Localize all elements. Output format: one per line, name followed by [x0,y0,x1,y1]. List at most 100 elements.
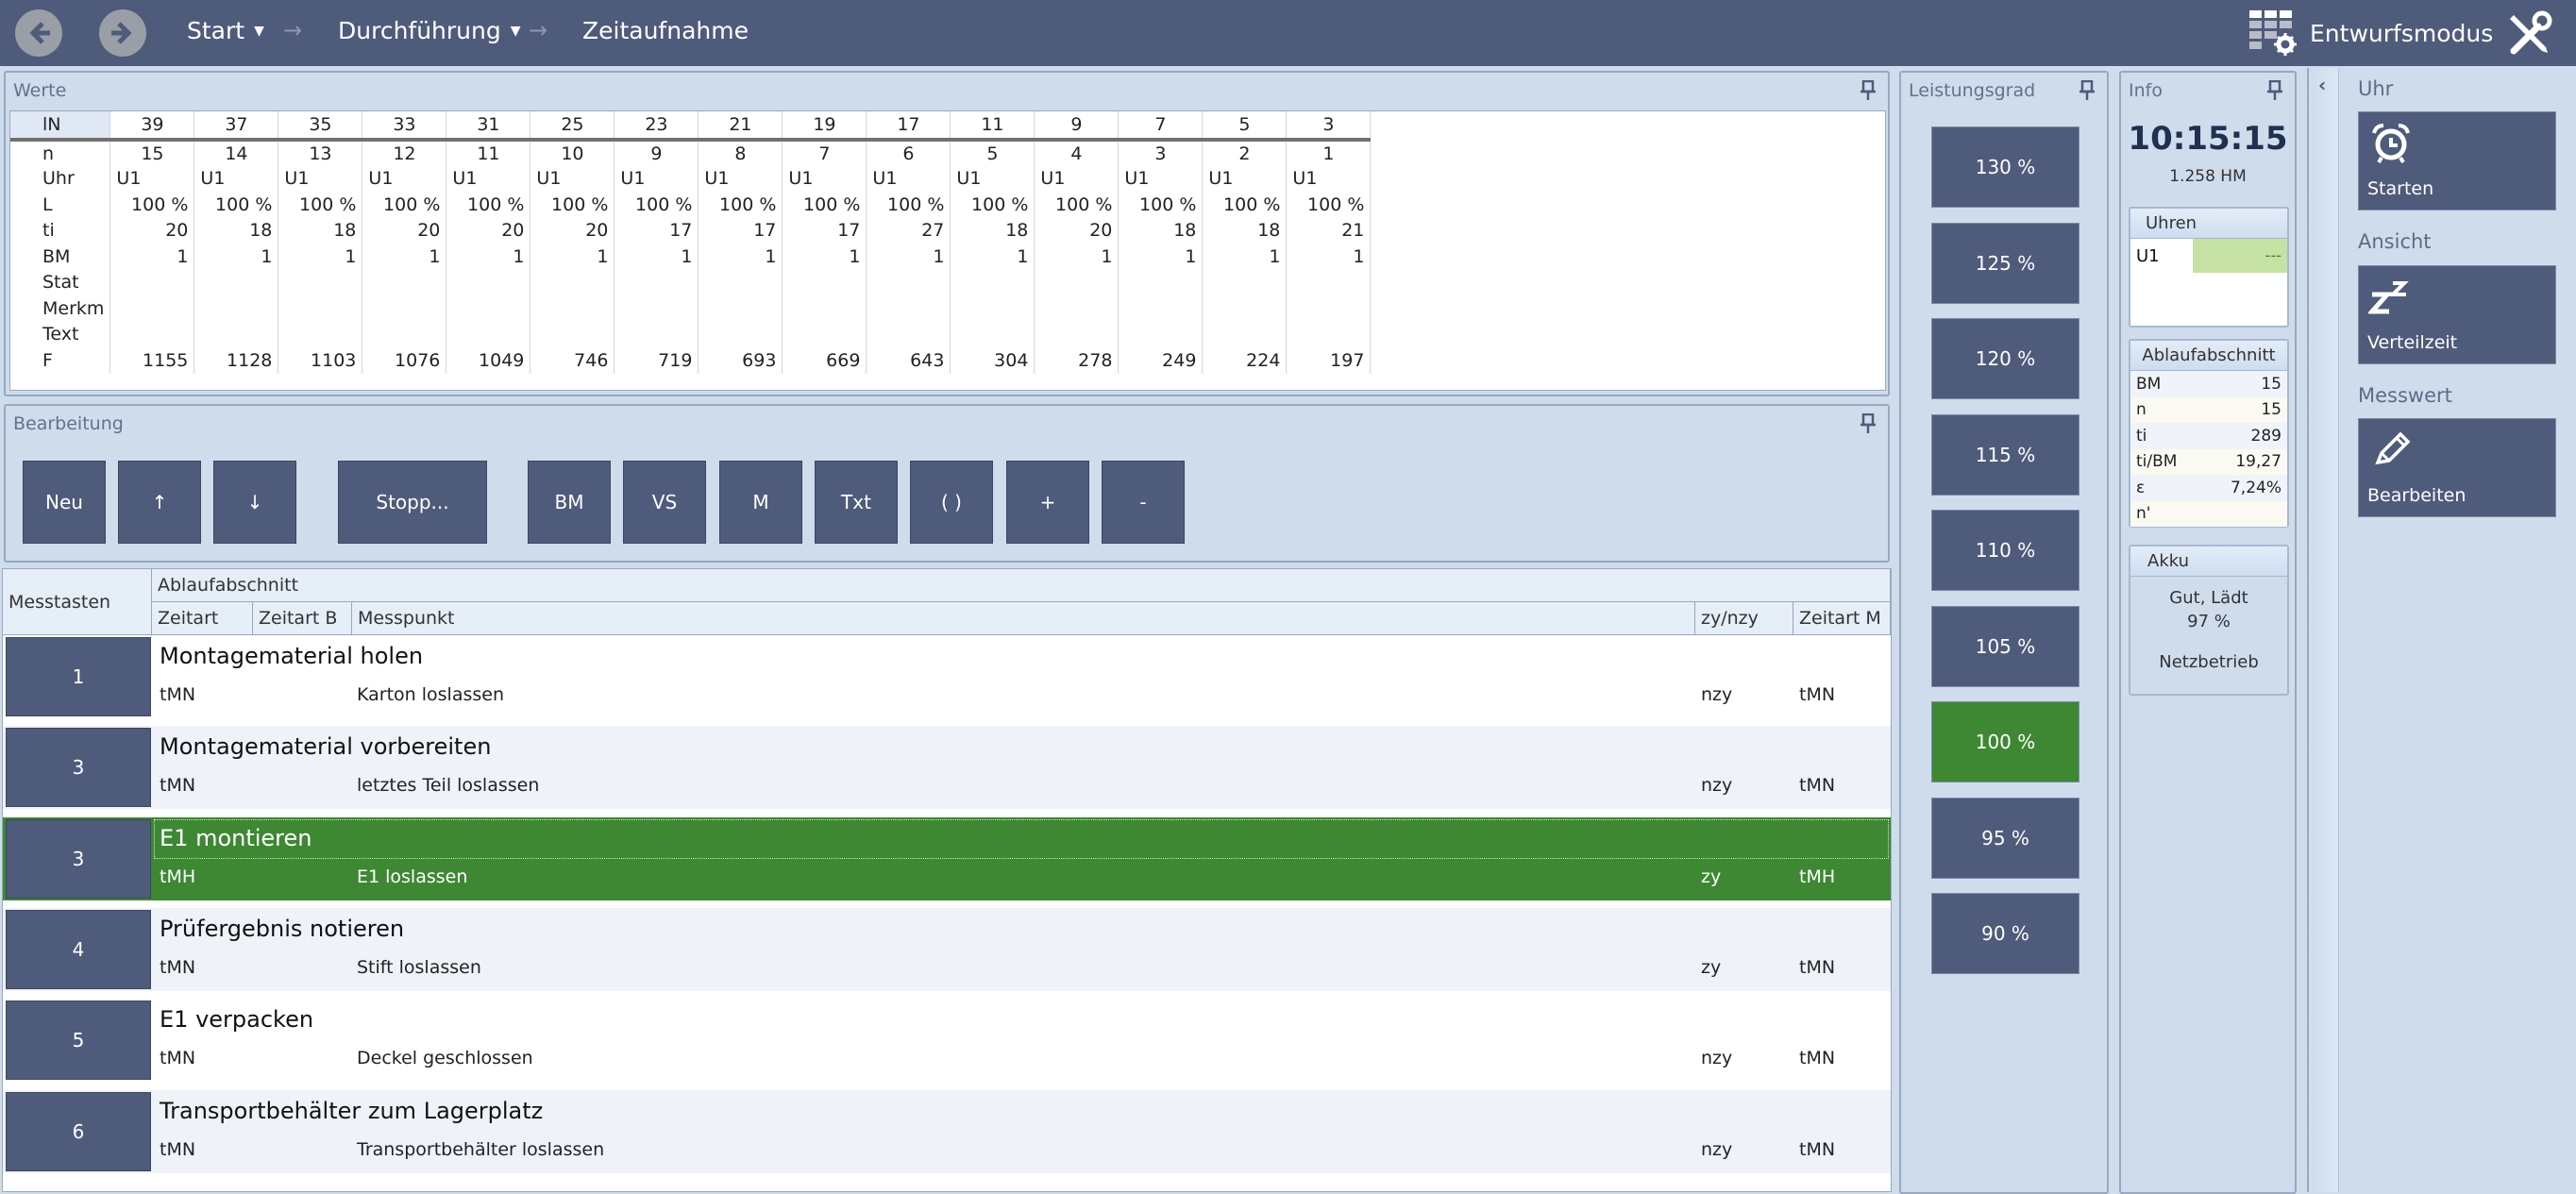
werte-cell[interactable] [866,295,951,322]
werte-cell[interactable]: 100 % [109,192,195,218]
werte-cell[interactable]: 1103 [278,347,363,374]
werte-cell[interactable] [1202,321,1288,347]
werte-cell[interactable]: 224 [1202,347,1288,374]
werte-cell[interactable]: 12 [362,140,447,166]
txt-button[interactable]: Txt [815,461,898,544]
leistungsgrad-option[interactable]: 110 % [1931,510,2079,591]
column-header-zeitart-m[interactable]: Zeitart M [1793,602,1891,635]
leistungsgrad-option[interactable]: 130 % [1931,126,2079,208]
messtaste-button[interactable]: 6 [6,1091,151,1171]
werte-cell[interactable]: 21 [698,111,783,142]
werte-cell[interactable]: 1 [530,244,615,270]
werte-cell[interactable]: 1 [950,244,1035,270]
breadcrumb-zeitaufnahme[interactable]: Zeitaufnahme [582,17,749,44]
werte-cell[interactable]: 17 [866,111,951,142]
werte-cell[interactable]: 18 [1202,217,1288,244]
werte-cell[interactable]: U1 [1118,165,1204,192]
werte-cell[interactable]: 35 [278,111,363,142]
werte-cell[interactable]: 37 [194,111,279,142]
m-button[interactable]: M [719,461,802,544]
column-header-zeitart-b[interactable]: Zeitart B [253,602,352,635]
werte-cell[interactable] [1286,295,1372,322]
parentheses-button[interactable]: ( ) [910,461,993,544]
werte-cell[interactable]: 9 [1034,111,1120,142]
pin-icon[interactable] [2266,80,2283,101]
werte-cell[interactable]: U1 [1034,165,1120,192]
werte-cell[interactable] [1202,295,1288,322]
leistungsgrad-option[interactable]: 105 % [1931,605,2079,687]
werte-cell[interactable]: 1 [109,244,195,270]
werte-cell[interactable]: 100 % [362,192,447,218]
leistungsgrad-option[interactable]: 100 % [1931,701,2079,782]
werte-cell[interactable] [446,321,531,347]
werte-cell[interactable]: 15 [109,140,195,166]
werte-cell[interactable] [1118,295,1204,322]
werte-cell[interactable] [278,269,363,295]
werte-cell[interactable]: 197 [1286,347,1372,374]
werte-cell[interactable] [1202,269,1288,295]
werte-cell[interactable] [109,269,195,295]
werte-cell[interactable] [446,295,531,322]
leistungsgrad-option[interactable]: 120 % [1931,318,2079,399]
column-header-ablaufabschnitt[interactable]: Ablaufabschnitt [152,569,1891,602]
column-header-zy-nzy[interactable]: zy/nzy [1695,602,1793,635]
werte-cell[interactable]: 11 [950,111,1035,142]
werte-cell[interactable]: U1 [194,165,279,192]
werte-cell[interactable] [362,295,447,322]
grid-row[interactable]: 5 E1 verpacken tMN Deckel geschlossen nzy tMN [3,999,1891,1083]
werte-cell[interactable] [782,269,867,295]
werte-cell[interactable]: U1 [362,165,447,192]
werte-cell[interactable] [1118,269,1204,295]
breadcrumb-start[interactable]: Start ▼ [187,17,264,44]
werte-cell[interactable]: U1 [614,165,699,192]
werte-cell[interactable]: 25 [530,111,615,142]
werte-cell[interactable]: 1 [1286,244,1372,270]
werte-cell[interactable]: 100 % [950,192,1035,218]
grid-row[interactable]: 1 Montagematerial holen tMN Karton loslasse… [3,635,1891,718]
werte-cell[interactable]: 27 [866,217,951,244]
werte-cell[interactable]: 23 [614,111,699,142]
distribution-time-button[interactable]: Verteilzeit [2358,265,2556,364]
werte-cell[interactable]: 10 [530,140,615,166]
werte-cell[interactable] [194,269,279,295]
werte-cell[interactable]: 1 [782,244,867,270]
werte-cell[interactable] [362,321,447,347]
werte-cell[interactable] [1286,321,1372,347]
werte-cell[interactable]: 1 [698,244,783,270]
pin-icon[interactable] [2079,80,2096,101]
minus-button[interactable]: - [1102,461,1185,544]
plus-button[interactable]: + [1006,461,1089,544]
werte-cell[interactable]: 17 [698,217,783,244]
start-clock-button[interactable]: Starten [2358,111,2556,210]
werte-cell[interactable] [446,269,531,295]
werte-cell[interactable]: 5 [950,140,1035,166]
werte-cell[interactable] [1286,269,1372,295]
werte-cell[interactable]: U1 [866,165,951,192]
werte-cell[interactable] [950,321,1035,347]
werte-cell[interactable]: U1 [698,165,783,192]
werte-cell[interactable]: 1 [1286,140,1372,166]
forward-button[interactable] [99,9,146,57]
werte-cell[interactable] [698,269,783,295]
werte-cell[interactable]: 1 [194,244,279,270]
werte-cell[interactable]: U1 [278,165,363,192]
werte-cell[interactable]: 249 [1118,347,1204,374]
werte-cell[interactable]: 2 [1202,140,1288,166]
werte-cell[interactable] [1034,321,1120,347]
werte-cell[interactable]: U1 [782,165,867,192]
werte-cell[interactable]: 1076 [362,347,447,374]
werte-cell[interactable] [530,269,615,295]
new-button[interactable]: Neu [23,461,106,544]
werte-cell[interactable]: 20 [109,217,195,244]
werte-cell[interactable]: 100 % [614,192,699,218]
werte-cell[interactable]: 18 [278,217,363,244]
grid-row[interactable]: 6 Transportbehälter zum Lagerplatz tMN Tran… [3,1089,1891,1173]
werte-cell[interactable]: 4 [1034,140,1120,166]
werte-cell[interactable]: 1 [446,244,531,270]
werte-cell[interactable] [1034,269,1120,295]
werte-cell[interactable]: 20 [446,217,531,244]
werte-cell[interactable]: 100 % [446,192,531,218]
column-header-messtasten[interactable]: Messtasten [3,569,152,635]
design-mode-button[interactable]: Entwurfsmodus [2249,9,2493,57]
messtaste-button[interactable]: 3 [6,818,151,899]
